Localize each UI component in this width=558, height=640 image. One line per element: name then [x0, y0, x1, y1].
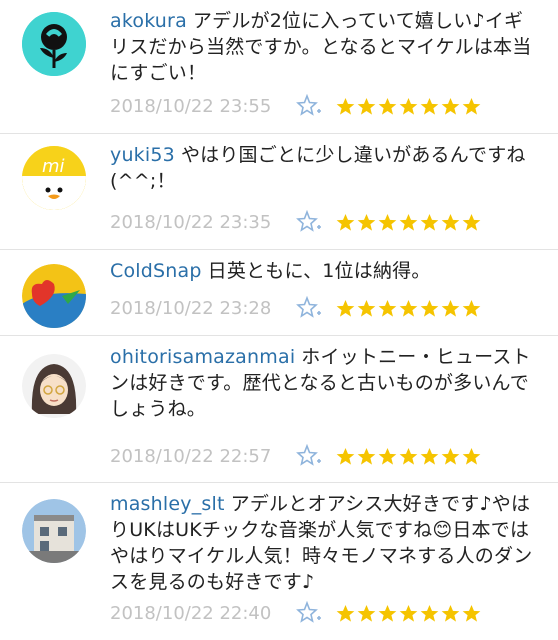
star-plus-icon	[296, 210, 321, 232]
star-icon	[399, 604, 418, 623]
username-link[interactable]: ColdSnap	[110, 260, 202, 282]
star-plus-icon	[296, 444, 321, 466]
star-icon	[357, 299, 376, 318]
star-icon	[420, 299, 439, 318]
star-icon	[399, 299, 418, 318]
svg-text:mi: mi	[42, 156, 65, 177]
star-icon	[420, 447, 439, 466]
comment-item: ohitorisamazanmai ホイットニー・ヒューストンは好きです。歴代とな…	[0, 336, 558, 483]
star-icon	[462, 604, 481, 623]
star-icon	[420, 97, 439, 116]
star-icon	[357, 213, 376, 232]
comment-body: ColdSnap 日英ともに、1位は納得。	[110, 258, 542, 284]
add-star-button[interactable]	[296, 210, 322, 234]
user-avatar[interactable]	[22, 12, 86, 76]
comment-item: mashley_slt アデルとオアシス大好きです♪やはりUKはUKチックな音楽が…	[0, 483, 558, 640]
rose-icon	[22, 12, 86, 76]
duck-icon: mi	[22, 146, 86, 210]
star-icon	[462, 97, 481, 116]
star-rating	[336, 299, 481, 318]
comment-meta: 2018/10/22 22:57	[110, 442, 542, 470]
username-link[interactable]: akokura	[110, 10, 187, 32]
add-star-button[interactable]	[296, 601, 322, 625]
star-icon	[399, 447, 418, 466]
comment-meta: 2018/10/22 23:35	[110, 208, 542, 236]
add-star-button[interactable]	[296, 94, 322, 118]
star-icon	[441, 604, 460, 623]
username-link[interactable]: mashley_slt	[110, 493, 225, 515]
star-icon	[378, 447, 397, 466]
username-link[interactable]: ohitorisamazanmai	[110, 346, 295, 368]
user-avatar[interactable]	[22, 264, 86, 328]
username-link[interactable]: yuki53	[110, 144, 175, 166]
comment-item: mi yuki53 やはり国ごとに少し違いがあるんですね(^^;！ 2018/10…	[0, 134, 558, 250]
star-icon	[441, 97, 460, 116]
star-icon	[336, 604, 355, 623]
star-icon	[336, 213, 355, 232]
comment-list: akokura アデルが2位に入っていて嬉しい♪イギリスだから当然ですか。となると…	[0, 0, 558, 640]
star-icon	[420, 213, 439, 232]
star-icon	[441, 213, 460, 232]
star-plus-icon	[296, 94, 321, 116]
star-icon	[378, 97, 397, 116]
star-icon	[336, 299, 355, 318]
add-star-button[interactable]	[296, 444, 322, 468]
star-rating	[336, 213, 481, 232]
star-icon	[378, 299, 397, 318]
comment-body: mashley_slt アデルとオアシス大好きです♪やはりUKはUKチックな音楽が…	[110, 491, 542, 595]
star-icon	[441, 299, 460, 318]
girl-icon	[22, 354, 86, 418]
star-icon	[378, 604, 397, 623]
star-rating	[336, 447, 481, 466]
star-icon	[462, 299, 481, 318]
star-icon	[441, 447, 460, 466]
star-icon	[357, 447, 376, 466]
user-avatar[interactable]: mi	[22, 146, 86, 210]
add-star-button[interactable]	[296, 296, 322, 320]
comment-body: yuki53 やはり国ごとに少し違いがあるんですね(^^;！	[110, 142, 542, 194]
heart-icon	[22, 264, 86, 328]
star-icon	[462, 447, 481, 466]
star-icon	[378, 213, 397, 232]
timestamp: 2018/10/22 22:57	[110, 445, 272, 467]
comment-body: akokura アデルが2位に入っていて嬉しい♪イギリスだから当然ですか。となると…	[110, 8, 542, 86]
comment-meta: 2018/10/22 22:40	[110, 599, 542, 627]
star-plus-icon	[296, 601, 321, 623]
user-avatar[interactable]	[22, 354, 86, 418]
star-icon	[462, 213, 481, 232]
comment-meta: 2018/10/22 23:28	[110, 294, 542, 322]
star-icon	[336, 97, 355, 116]
timestamp: 2018/10/22 23:28	[110, 297, 272, 319]
comment-text: 日英ともに、1位は納得。	[207, 260, 431, 282]
star-icon	[420, 604, 439, 623]
star-icon	[399, 97, 418, 116]
star-icon	[357, 97, 376, 116]
star-rating	[336, 604, 481, 623]
star-rating	[336, 97, 481, 116]
user-avatar[interactable]	[22, 499, 86, 563]
star-icon	[336, 447, 355, 466]
star-icon	[357, 604, 376, 623]
comment-item: ColdSnap 日英ともに、1位は納得。 2018/10/22 23:28	[0, 250, 558, 336]
house-icon	[22, 499, 86, 563]
comment-body: ohitorisamazanmai ホイットニー・ヒューストンは好きです。歴代とな…	[110, 344, 542, 422]
timestamp: 2018/10/22 22:40	[110, 602, 272, 624]
timestamp: 2018/10/22 23:55	[110, 95, 272, 117]
comment-meta: 2018/10/22 23:55	[110, 92, 542, 120]
star-icon	[399, 213, 418, 232]
star-plus-icon	[296, 296, 321, 318]
comment-item: akokura アデルが2位に入っていて嬉しい♪イギリスだから当然ですか。となると…	[0, 0, 558, 134]
timestamp: 2018/10/22 23:35	[110, 211, 272, 233]
